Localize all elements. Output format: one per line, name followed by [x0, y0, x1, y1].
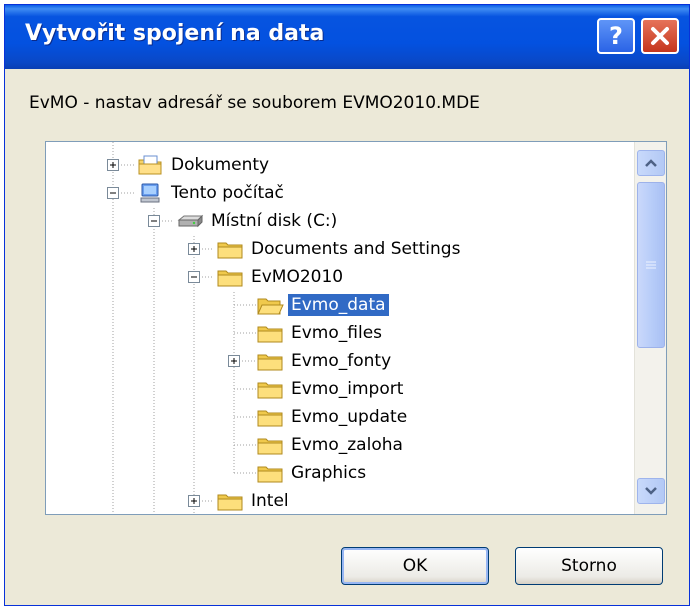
collapse-evmo2010-icon[interactable]	[188, 271, 200, 283]
folder-icon	[217, 494, 243, 511]
tree-item-computer[interactable]: Tento počítač	[136, 179, 287, 207]
dialog-window: Vytvořit spojení na data ? EvMO - nastav…	[4, 4, 690, 606]
help-icon: ?	[609, 22, 623, 50]
cancel-button[interactable]: Storno	[515, 547, 663, 585]
expand-dokumenty-icon[interactable]	[107, 159, 119, 171]
folder-icon	[257, 438, 283, 455]
tree-item-graphics[interactable]: Graphics	[256, 459, 369, 487]
tree-item-label: Dokumenty	[171, 155, 270, 175]
tree-item-label: Evmo_fonty	[291, 351, 392, 371]
tree-item-intel[interactable]: Intel	[216, 487, 292, 514]
tree-item-label: Intel	[251, 491, 289, 511]
dialog-description: EvMO - nastav adresář se souborem EVMO20…	[29, 93, 480, 113]
vertical-scrollbar[interactable]	[634, 142, 666, 514]
tree-item-dokumenty[interactable]: Dokumenty	[136, 151, 272, 179]
tree-item-documents-and-settings[interactable]: Documents and Settings	[216, 235, 463, 263]
collapse-computer-icon[interactable]	[107, 187, 119, 199]
arrow-up-icon	[645, 159, 657, 167]
expand-intel-icon[interactable]	[188, 495, 200, 507]
tree-item-evmo-import[interactable]: Evmo_import	[256, 375, 406, 403]
close-icon	[651, 27, 669, 45]
scroll-up-button[interactable]	[637, 150, 665, 176]
tree-item-label: Evmo_files	[291, 323, 383, 343]
scroll-thumb[interactable]	[637, 182, 665, 348]
expand-evmo-fonty-icon[interactable]	[228, 355, 240, 367]
help-button[interactable]: ?	[597, 18, 635, 54]
folder-icon	[257, 354, 283, 371]
tree-item-evmo2010[interactable]: EvMO2010	[216, 263, 346, 291]
tree-item-label: Evmo_zaloha	[291, 435, 403, 455]
hard-drive-icon	[177, 214, 204, 228]
tree-item-evmo-files[interactable]: Evmo_files	[256, 319, 385, 347]
folder-icon	[257, 410, 283, 427]
tree-item-label: Documents and Settings	[251, 239, 461, 259]
arrow-down-icon	[645, 487, 657, 495]
scroll-down-button[interactable]	[637, 478, 665, 504]
collapse-disk-icon[interactable]	[148, 215, 160, 227]
close-button[interactable]	[641, 18, 679, 54]
my-computer-icon	[140, 183, 160, 203]
tree-item-label: Graphics	[291, 463, 367, 483]
tree-item-evmo-zaloha[interactable]: Evmo_zaloha	[256, 431, 406, 459]
folder-icon	[257, 382, 283, 399]
tree-item-evmo-update[interactable]: Evmo_update	[256, 403, 410, 431]
folder-icon	[257, 326, 283, 343]
ok-button[interactable]: OK	[341, 547, 489, 585]
tree-item-label: Tento počítač	[171, 183, 284, 203]
folder-icon	[257, 466, 283, 483]
dialog-title: Vytvořit spojení na data	[25, 21, 325, 46]
folder-icon	[217, 242, 243, 259]
expand-documents-settings-icon[interactable]	[188, 243, 200, 255]
grip-icon	[646, 261, 656, 268]
folder-icon	[217, 270, 243, 287]
tree-item-local-disk[interactable]: Místní disk (C:)	[176, 207, 340, 235]
tree-item-evmo-fonty[interactable]: Evmo_fonty	[256, 347, 394, 375]
tree-item-label: Místní disk (C:)	[211, 211, 338, 231]
tree-item-label: Evmo_update	[291, 407, 408, 427]
tree-item-label: Evmo_data	[288, 294, 389, 316]
folder-tree[interactable]: Dokumenty Tento počítač Místní disk (C:)	[45, 141, 667, 515]
title-bar[interactable]: Vytvořit spojení na data ?	[5, 5, 689, 69]
tree-item-evmo-data[interactable]: Evmo_data	[256, 291, 389, 319]
tree-item-label: Evmo_import	[291, 379, 404, 399]
tree-item-label: EvMO2010	[251, 267, 344, 287]
open-folder-icon	[257, 298, 284, 315]
documents-folder-icon	[138, 155, 162, 175]
